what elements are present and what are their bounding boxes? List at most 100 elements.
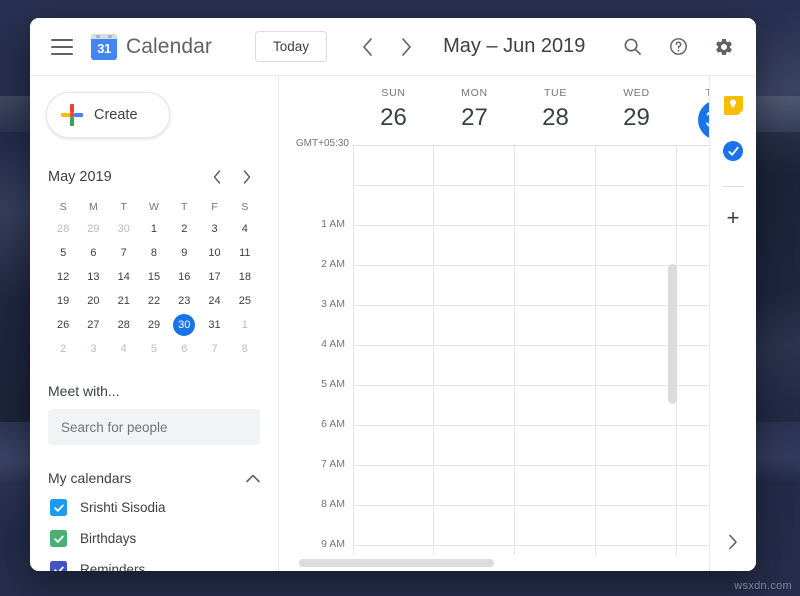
horizontal-scrollbar[interactable] — [279, 557, 709, 568]
mini-calendar-day[interactable]: 6 — [173, 338, 195, 360]
hamburger-icon[interactable] — [51, 38, 73, 55]
calendar-list-item[interactable]: Reminders — [30, 554, 278, 571]
hour-row[interactable]: 3 AM — [279, 266, 709, 310]
mini-calendar-day[interactable]: 23 — [173, 290, 195, 312]
mini-calendar-day[interactable]: 17 — [204, 266, 226, 288]
day-header-mon[interactable]: MON 27 — [434, 76, 515, 145]
mini-calendar-day[interactable]: 9 — [173, 242, 195, 264]
mini-calendar-day[interactable]: 24 — [204, 290, 226, 312]
calendar-checkbox[interactable] — [50, 561, 67, 571]
mini-calendar-day[interactable]: 8 — [234, 338, 256, 360]
my-calendars-header[interactable]: My calendars — [48, 470, 260, 486]
mini-calendar-day[interactable]: 20 — [82, 290, 104, 312]
mini-calendar-day[interactable]: 30 — [113, 218, 135, 240]
mini-calendar-day[interactable]: 14 — [113, 266, 135, 288]
expand-panel-button[interactable] — [718, 527, 748, 557]
mini-calendar-day[interactable]: 8 — [143, 242, 165, 264]
day-header-wed[interactable]: WED 29 — [596, 76, 677, 145]
day-header-row: SUN 26 MON 27 TUE 28 WED 29THU30 — [279, 76, 709, 145]
horizontal-scrollbar-thumb[interactable] — [299, 559, 494, 567]
mini-calendar-day[interactable]: 29 — [82, 218, 104, 240]
mini-calendar-days: 28 29 30 1 2 3 4 5 6 7 8 9 10 11 12 13 14 15 16 17 18 19 20 21 2… — [48, 217, 260, 361]
help-circle-icon[interactable] — [662, 31, 694, 63]
hour-row[interactable]: 1 AM — [279, 186, 709, 230]
day-header-tue[interactable]: TUE 28 — [515, 76, 596, 145]
mini-calendar-day[interactable]: 19 — [52, 290, 74, 312]
google-keep-icon[interactable] — [720, 92, 746, 118]
search-icon[interactable] — [616, 31, 648, 63]
day-number[interactable]: 29 — [596, 103, 677, 133]
time-grid-scroll-area[interactable]: 1 AM2 AM3 AM4 AM5 AM6 AM7 AM8 AM9 AM10 A… — [279, 146, 709, 555]
mini-calendar-day[interactable]: 2 — [173, 218, 195, 240]
hour-row[interactable]: 5 AM — [279, 346, 709, 390]
chevron-up-icon[interactable] — [246, 474, 260, 483]
create-button[interactable]: Create — [46, 92, 170, 138]
hour-row[interactable]: 6 AM — [279, 386, 709, 430]
mini-calendar-day[interactable]: 13 — [82, 266, 104, 288]
mini-calendar-day[interactable]: 3 — [204, 218, 226, 240]
hour-row[interactable]: 9 AM — [279, 506, 709, 550]
mini-calendar-day[interactable]: 18 — [234, 266, 256, 288]
hour-row[interactable]: 8 AM — [279, 466, 709, 510]
mini-prev-month-button[interactable] — [204, 164, 230, 190]
mini-calendar-day[interactable]: 4 — [234, 218, 256, 240]
mini-calendar-cell: 16 — [169, 265, 199, 289]
mini-calendar-day[interactable]: 31 — [204, 314, 226, 336]
vertical-scrollbar-thumb[interactable] — [668, 264, 677, 404]
calendar-checkbox[interactable] — [50, 530, 67, 547]
day-number-wrap: 29 — [596, 103, 677, 133]
prev-period-button[interactable] — [352, 32, 382, 62]
mini-calendar-day[interactable]: 12 — [52, 266, 74, 288]
mini-calendar-day[interactable]: 2 — [52, 338, 74, 360]
day-header-sun[interactable]: SUN 26 — [353, 76, 434, 145]
hour-row[interactable]: 4 AM — [279, 306, 709, 350]
mini-calendar-day[interactable]: 7 — [113, 242, 135, 264]
mini-calendar-day[interactable]: 15 — [143, 266, 165, 288]
mini-calendar-day[interactable]: 5 — [52, 242, 74, 264]
mini-calendar-day[interactable]: 28 — [113, 314, 135, 336]
calendar-list-item[interactable]: Birthdays — [30, 523, 278, 554]
mini-calendar-day[interactable]: 16 — [173, 266, 195, 288]
mini-calendar-day[interactable]: 1 — [143, 218, 165, 240]
day-number[interactable]: 27 — [434, 103, 515, 133]
mini-calendar-day[interactable]: 29 — [143, 314, 165, 336]
today-button[interactable]: Today — [255, 31, 328, 62]
hour-row[interactable] — [279, 146, 709, 186]
gear-icon[interactable] — [708, 31, 740, 63]
mini-calendar-cell: 24 — [199, 289, 229, 313]
plus-icon[interactable]: + — [727, 207, 740, 229]
day-number[interactable]: 28 — [515, 103, 596, 133]
mini-calendar-day[interactable]: 7 — [204, 338, 226, 360]
hour-row[interactable]: 2 AM — [279, 226, 709, 270]
day-header-thu[interactable]: THU30 — [677, 76, 709, 145]
hour-rows: 1 AM2 AM3 AM4 AM5 AM6 AM7 AM8 AM9 AM10 A… — [279, 146, 709, 555]
calendar-checkbox[interactable] — [50, 499, 67, 516]
next-period-button[interactable] — [391, 32, 421, 62]
mini-calendar-day[interactable]: 4 — [113, 338, 135, 360]
mini-calendar-day[interactable]: 5 — [143, 338, 165, 360]
mini-calendar-day[interactable]: 6 — [82, 242, 104, 264]
day-number-today[interactable]: 30 — [697, 100, 709, 140]
mini-calendar-day[interactable]: 26 — [52, 314, 74, 336]
mini-calendar-cell: 1 — [230, 313, 260, 337]
mini-calendar-day[interactable]: 21 — [113, 290, 135, 312]
mini-calendar-day[interactable]: 28 — [52, 218, 74, 240]
mini-calendar-day[interactable]: 1 — [234, 314, 256, 336]
mini-calendar-cell: 2 — [169, 217, 199, 241]
mini-calendar-day[interactable]: 10 — [204, 242, 226, 264]
mini-calendar-day[interactable]: 11 — [234, 242, 256, 264]
mini-calendar-day[interactable]: 25 — [234, 290, 256, 312]
vertical-scrollbar[interactable] — [668, 146, 677, 555]
mini-calendar-today[interactable]: 30 — [173, 314, 196, 336]
mini-calendar-day[interactable]: 22 — [143, 290, 165, 312]
mini-calendar-day[interactable]: 27 — [82, 314, 104, 336]
mini-next-month-button[interactable] — [234, 164, 260, 190]
search-for-people-input[interactable] — [48, 409, 260, 445]
day-header-cells: SUN 26 MON 27 TUE 28 WED 29THU30 — [353, 76, 709, 145]
hour-row[interactable]: 7 AM — [279, 426, 709, 470]
calendar-list-item[interactable]: Srishti Sisodia — [30, 492, 278, 523]
google-tasks-icon[interactable] — [720, 138, 746, 164]
mini-calendar-day[interactable]: 3 — [82, 338, 104, 360]
day-number[interactable]: 26 — [353, 103, 434, 133]
hour-row[interactable]: 10 AM — [279, 546, 709, 555]
